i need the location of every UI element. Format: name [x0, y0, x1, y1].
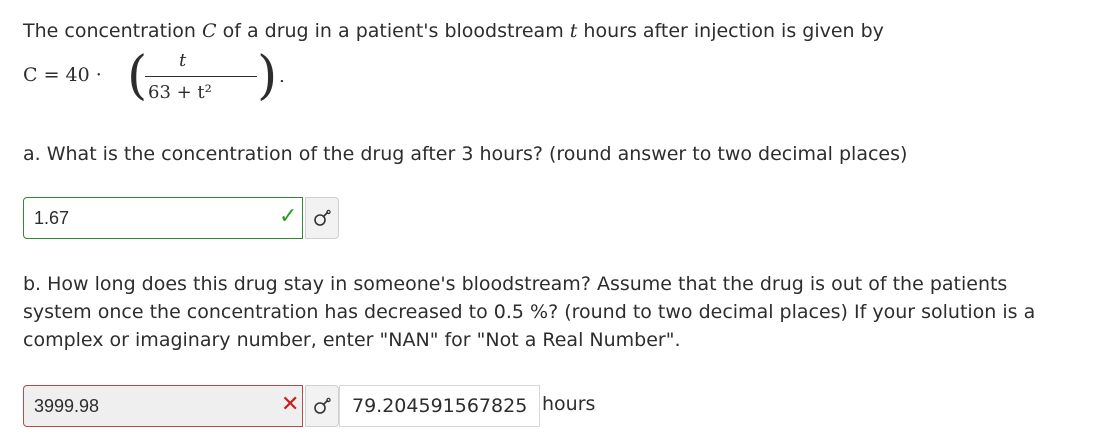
part-b-prompt-line2: system once the concentration has decrea…: [23, 301, 1036, 323]
fraction-bar: [145, 76, 257, 77]
intro-suffix: hours after injection is given by: [577, 20, 884, 42]
formula-lhs: C = 40 ·: [23, 64, 102, 86]
right-paren: ): [257, 46, 278, 106]
formula-denominator: 63 + t²: [148, 82, 212, 103]
formula-period: .: [279, 66, 285, 87]
preview-eye-icon: [314, 397, 331, 414]
part-b-answer-input[interactable]: 3999.98: [23, 385, 303, 427]
intro-mid: of a drug in a patient's bloodstream: [216, 20, 570, 42]
question-intro: The concentration C of a drug in a patie…: [23, 17, 884, 45]
variable-c: C: [202, 20, 217, 42]
preview-button-b[interactable]: [305, 385, 339, 427]
preview-eye-icon: [314, 209, 331, 226]
part-b-prompt-line1: b. How long does this drug stay in someo…: [23, 273, 1008, 295]
concentration-formula: C = 40 · ( t 63 + t² ) .: [23, 46, 323, 112]
part-b-prompt-line3: complex or imaginary number, enter "NAN"…: [23, 329, 681, 351]
part-b-unit: hours: [542, 393, 596, 415]
formula-numerator: t: [179, 50, 187, 71]
part-a-answer-input[interactable]: 1.67: [23, 197, 303, 239]
checkmark-icon: ✓: [279, 204, 298, 229]
cross-icon: ✕: [281, 392, 300, 417]
preview-button-a[interactable]: [305, 197, 339, 239]
intro-prefix: The concentration: [23, 20, 203, 42]
part-b-answer-preview: 79.204591567825: [339, 385, 541, 427]
part-a-prompt: a. What is the concentration of the drug…: [23, 143, 908, 165]
